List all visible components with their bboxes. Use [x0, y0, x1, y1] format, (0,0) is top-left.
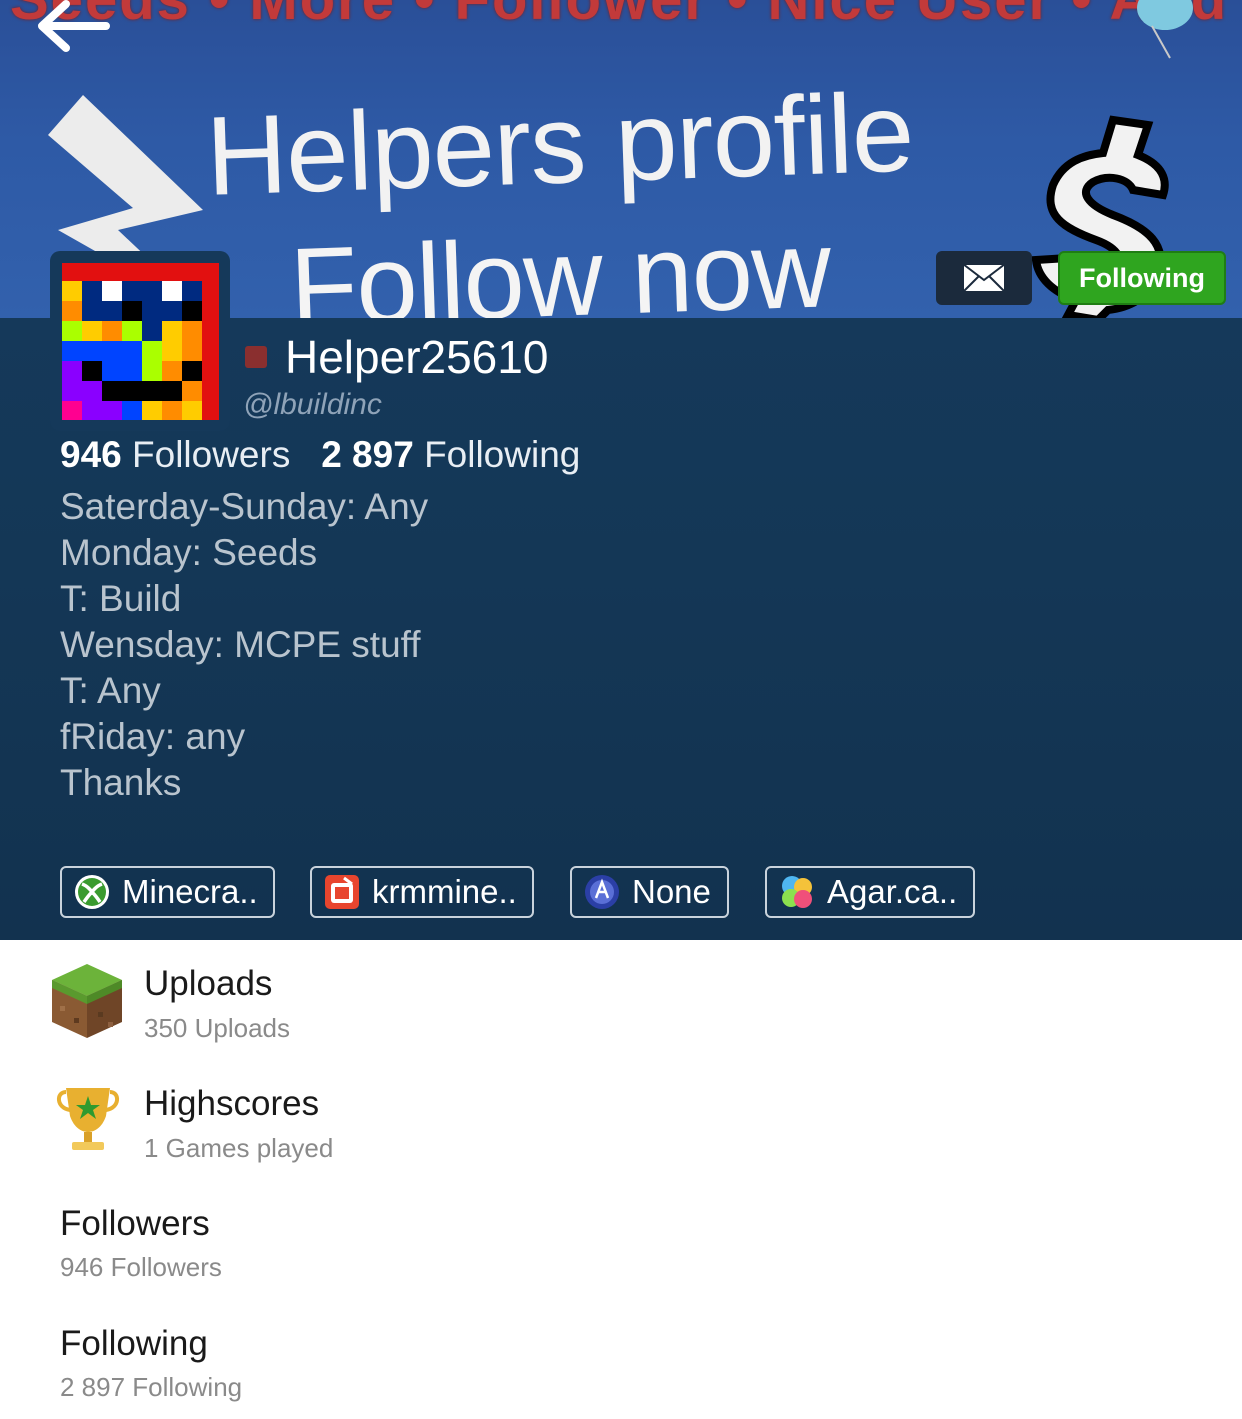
followers-title: Followers [60, 1204, 210, 1243]
following-count[interactable]: 2 897 [321, 434, 414, 475]
game-chip-game-center[interactable]: Agar.ca.. [765, 866, 975, 918]
grass-block-icon [52, 964, 122, 1038]
followers-subtitle: 946 Followers [60, 1252, 222, 1282]
game-chip-label: Agar.ca.. [827, 873, 958, 910]
game-center-icon [782, 876, 812, 908]
following-subtitle: 2 897 Following [60, 1372, 243, 1402]
panel-background-blur [600, 328, 633, 466]
following-row[interactable]: Following 2 897 Following [0, 1306, 1242, 1416]
balloon-icon [1137, 0, 1193, 59]
banner-title: Helpers profile [204, 69, 916, 219]
bio-line: Thanks [60, 762, 182, 803]
game-chip-label: Minecra.. [122, 873, 258, 910]
bio-line: T: Any [60, 670, 161, 711]
bio-line: fRiday: any [60, 716, 246, 757]
highscores-subtitle: 1 Games played [144, 1133, 334, 1163]
envelope-icon [962, 263, 1006, 293]
following-label[interactable]: Following [424, 434, 580, 475]
follow-counts: 946 Followers 2 897 Following [60, 434, 580, 476]
following-title: Following [60, 1324, 208, 1363]
message-button[interactable] [936, 251, 1032, 305]
user-handle: @lbuildinc [243, 388, 382, 421]
trophy-icon [57, 1088, 119, 1150]
profile-bio: Saterday-Sunday: Any Monday: Seeds T: Bu… [60, 484, 428, 806]
back-arrow-icon[interactable] [36, 0, 110, 56]
bio-line: Saterday-Sunday: Any [60, 486, 429, 527]
following-button[interactable]: Following [1058, 251, 1226, 305]
banner-subtitle: Follow now [288, 207, 833, 318]
game-chip-playstation[interactable]: None [570, 866, 729, 918]
followers-count[interactable]: 946 [60, 434, 122, 475]
game-chip-label: krmmine.. [372, 873, 517, 910]
xbox-icon [75, 875, 109, 909]
uploads-row[interactable]: Uploads 350 Uploads [0, 946, 1242, 1056]
highscores-row[interactable]: Highscores 1 Games played [0, 1066, 1242, 1176]
game-chip-app[interactable]: krmmine.. [310, 866, 534, 918]
highscores-title: Highscores [144, 1084, 320, 1123]
uploads-subtitle: 350 Uploads [144, 1013, 290, 1043]
bio-line: Wensday: MCPE stuff [60, 624, 421, 665]
status-indicator [245, 346, 267, 368]
followers-label[interactable]: Followers [132, 434, 290, 475]
followers-row[interactable]: Followers 946 Followers [0, 1186, 1242, 1296]
game-chip-label: None [632, 873, 711, 910]
bio-line: T: Build [60, 578, 182, 619]
avatar[interactable] [62, 263, 219, 420]
banner-top-text: Seeds • More • Follower • Nice User • An… [10, 0, 1242, 33]
playstation-icon [585, 875, 619, 909]
uploads-title: Uploads [144, 964, 273, 1003]
bio-line: Monday: Seeds [60, 532, 318, 573]
game-chip-xbox[interactable]: Minecra.. [60, 866, 275, 918]
username: Helper25610 [285, 331, 549, 383]
app-icon [325, 875, 359, 909]
